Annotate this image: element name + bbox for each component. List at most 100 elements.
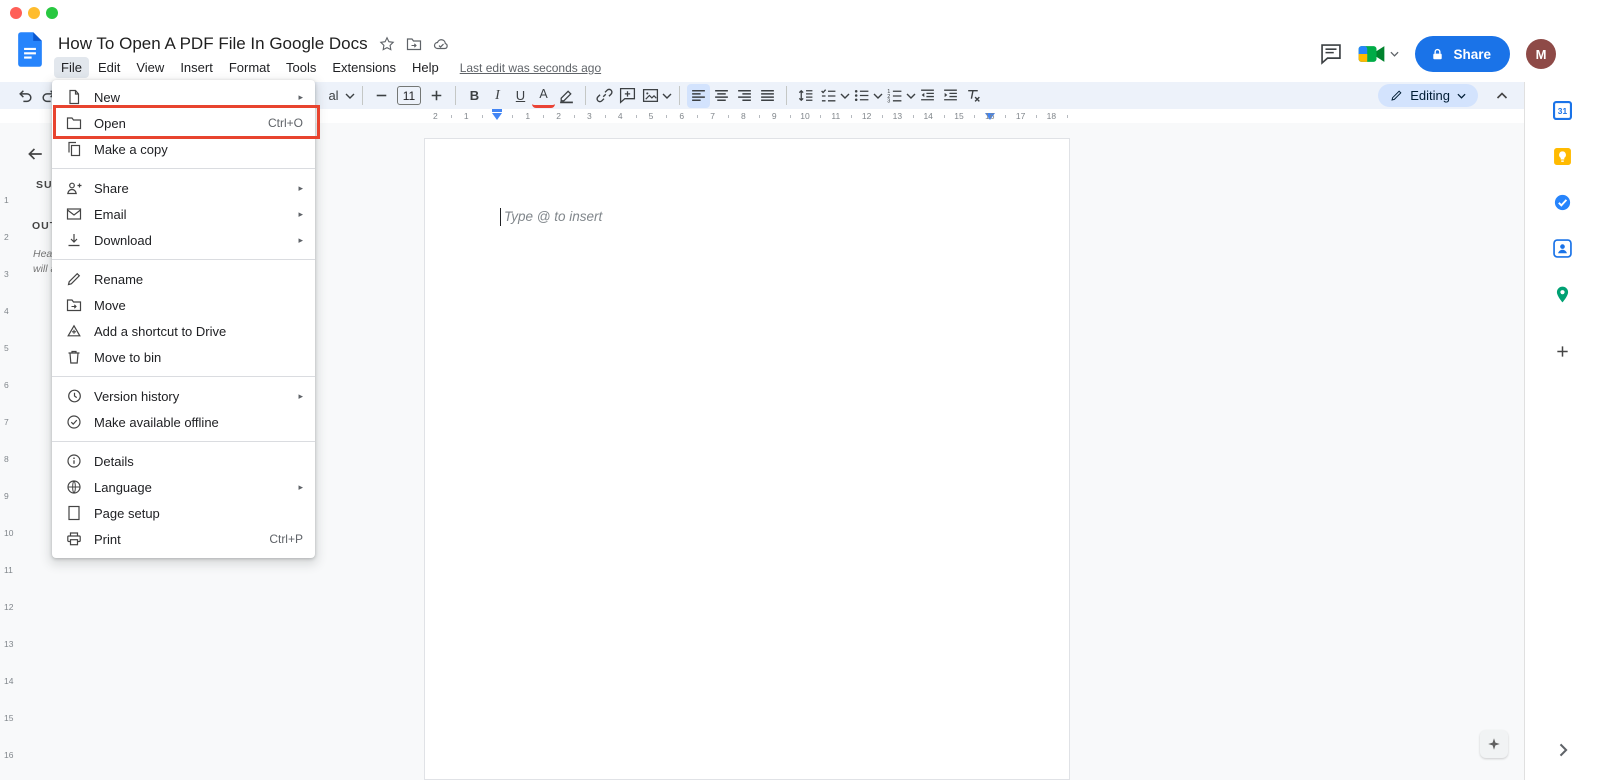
italic-button[interactable]: I bbox=[486, 84, 509, 108]
star-icon[interactable] bbox=[379, 36, 395, 52]
menu-item-print[interactable]: Print Ctrl+P bbox=[52, 526, 315, 552]
menu-item-new[interactable]: New ▸ bbox=[52, 84, 315, 110]
menu-item-download[interactable]: Download ▸ bbox=[52, 227, 315, 253]
close-window-button[interactable] bbox=[10, 7, 22, 19]
menu-item-move[interactable]: Move bbox=[52, 292, 315, 318]
collapse-side-panel-button[interactable] bbox=[1553, 740, 1573, 760]
comment-history-icon[interactable] bbox=[1320, 43, 1342, 65]
menu-item-move-to-bin[interactable]: Move to bin bbox=[52, 344, 315, 370]
insert-link-button[interactable] bbox=[593, 84, 616, 108]
new-doc-icon bbox=[66, 89, 82, 105]
menu-file[interactable]: File bbox=[54, 57, 89, 78]
menu-item-details[interactable]: Details bbox=[52, 448, 315, 474]
ruler-tick bbox=[1066, 115, 1068, 118]
caret-down-icon bbox=[906, 93, 916, 99]
line-spacing-button[interactable] bbox=[794, 84, 817, 108]
document-title[interactable]: How To Open A PDF File In Google Docs bbox=[58, 34, 368, 54]
align-center-button[interactable] bbox=[710, 84, 733, 108]
editing-mode-dropdown[interactable]: Editing bbox=[1378, 84, 1478, 107]
keep-button[interactable] bbox=[1548, 141, 1578, 171]
checklist-dropdown[interactable] bbox=[840, 84, 850, 108]
ruler-number: 10 bbox=[4, 528, 14, 538]
join-video-call-button[interactable] bbox=[1358, 44, 1400, 64]
menu-item-share[interactable]: Share ▸ bbox=[52, 175, 315, 201]
first-line-indent-marker[interactable] bbox=[492, 109, 502, 112]
minimize-window-button[interactable] bbox=[28, 7, 40, 19]
menu-format[interactable]: Format bbox=[222, 57, 277, 78]
menu-item-language[interactable]: Language ▸ bbox=[52, 474, 315, 500]
menu-view[interactable]: View bbox=[129, 57, 171, 78]
undo-button[interactable] bbox=[14, 84, 37, 108]
text-color-button[interactable]: A bbox=[532, 84, 555, 108]
menu-tools[interactable]: Tools bbox=[279, 57, 323, 78]
checklist-button[interactable] bbox=[817, 84, 840, 108]
insert-image-button[interactable] bbox=[639, 84, 662, 108]
type-at-placeholder[interactable]: Type @ to insert bbox=[500, 208, 602, 226]
ruler-number: 16 bbox=[985, 111, 995, 121]
contacts-button[interactable] bbox=[1548, 233, 1578, 263]
caret-down-icon bbox=[840, 93, 850, 99]
bold-button[interactable]: B bbox=[463, 84, 486, 108]
menu-item-make-available-offline[interactable]: Make available offline bbox=[52, 409, 315, 435]
decrease-font-size-button[interactable] bbox=[370, 84, 393, 108]
font-family-partial-dropdown[interactable] bbox=[345, 84, 355, 108]
close-outline-button[interactable] bbox=[26, 145, 44, 163]
menu-item-label: Make available offline bbox=[94, 414, 219, 430]
toolbar-separator bbox=[786, 86, 787, 105]
numbered-list-button[interactable]: 123 bbox=[883, 84, 906, 108]
calendar-button[interactable]: 31 bbox=[1548, 95, 1578, 125]
menu-item-rename[interactable]: Rename bbox=[52, 266, 315, 292]
ruler-tick bbox=[574, 115, 575, 118]
maps-button[interactable] bbox=[1548, 279, 1578, 309]
hide-menus-button[interactable] bbox=[1490, 84, 1514, 108]
add-comment-button[interactable] bbox=[616, 84, 639, 108]
document-status-cloud-icon[interactable] bbox=[433, 36, 449, 52]
menu-item-open[interactable]: Open Ctrl+O bbox=[52, 110, 315, 136]
ruler-number: 2 bbox=[556, 111, 561, 121]
increase-indent-button[interactable] bbox=[939, 84, 962, 108]
document-page[interactable]: Type @ to insert bbox=[424, 138, 1070, 780]
insert-image-dropdown[interactable] bbox=[662, 84, 672, 108]
menu-insert[interactable]: Insert bbox=[173, 57, 220, 78]
left-indent-marker[interactable] bbox=[492, 113, 502, 120]
tasks-button[interactable] bbox=[1548, 187, 1578, 217]
ruler-number: 11 bbox=[831, 111, 841, 121]
details-icon bbox=[66, 453, 82, 469]
menu-item-make-a-copy[interactable]: Make a copy bbox=[52, 136, 315, 162]
caret-down-icon bbox=[662, 93, 672, 99]
menu-item-page-setup[interactable]: Page setup bbox=[52, 500, 315, 526]
download-icon bbox=[66, 232, 82, 248]
align-left-button[interactable] bbox=[687, 83, 710, 108]
clear-format-icon bbox=[965, 87, 982, 104]
menu-extensions[interactable]: Extensions bbox=[325, 57, 403, 78]
share-button[interactable]: Share bbox=[1415, 36, 1510, 72]
toolbar-separator bbox=[455, 86, 456, 105]
get-add-ons-button[interactable] bbox=[1548, 336, 1578, 366]
bulleted-list-button[interactable] bbox=[850, 84, 873, 108]
move-folder-icon[interactable] bbox=[406, 36, 422, 52]
highlight-color-button[interactable] bbox=[555, 84, 578, 108]
account-avatar[interactable]: M bbox=[1526, 39, 1556, 69]
clear-formatting-button[interactable] bbox=[962, 84, 985, 108]
caret-down-icon bbox=[1457, 93, 1466, 99]
menu-item-email[interactable]: Email ▸ bbox=[52, 201, 315, 227]
side-panel-icons: 31 bbox=[1525, 82, 1600, 309]
last-edit-link[interactable]: Last edit was seconds ago bbox=[460, 61, 601, 75]
font-family-partial-button[interactable]: al bbox=[322, 84, 345, 108]
google-docs-logo-icon[interactable] bbox=[16, 31, 44, 68]
checklist-icon bbox=[820, 87, 837, 104]
menu-item-add-a-shortcut-to-drive[interactable]: Add a shortcut to Drive bbox=[52, 318, 315, 344]
menu-edit[interactable]: Edit bbox=[91, 57, 127, 78]
menu-item-version-history[interactable]: Version history ▸ bbox=[52, 383, 315, 409]
fullscreen-window-button[interactable] bbox=[46, 7, 58, 19]
explore-button[interactable] bbox=[1480, 730, 1508, 758]
bulleted-list-dropdown[interactable] bbox=[873, 84, 883, 108]
align-justify-button[interactable] bbox=[756, 84, 779, 108]
align-right-button[interactable] bbox=[733, 84, 756, 108]
font-size-input[interactable]: 11 bbox=[397, 86, 421, 105]
increase-font-size-button[interactable] bbox=[425, 84, 448, 108]
menu-help[interactable]: Help bbox=[405, 57, 446, 78]
decrease-indent-button[interactable] bbox=[916, 84, 939, 108]
underline-button[interactable]: U bbox=[509, 84, 532, 108]
numbered-list-dropdown[interactable] bbox=[906, 84, 916, 108]
